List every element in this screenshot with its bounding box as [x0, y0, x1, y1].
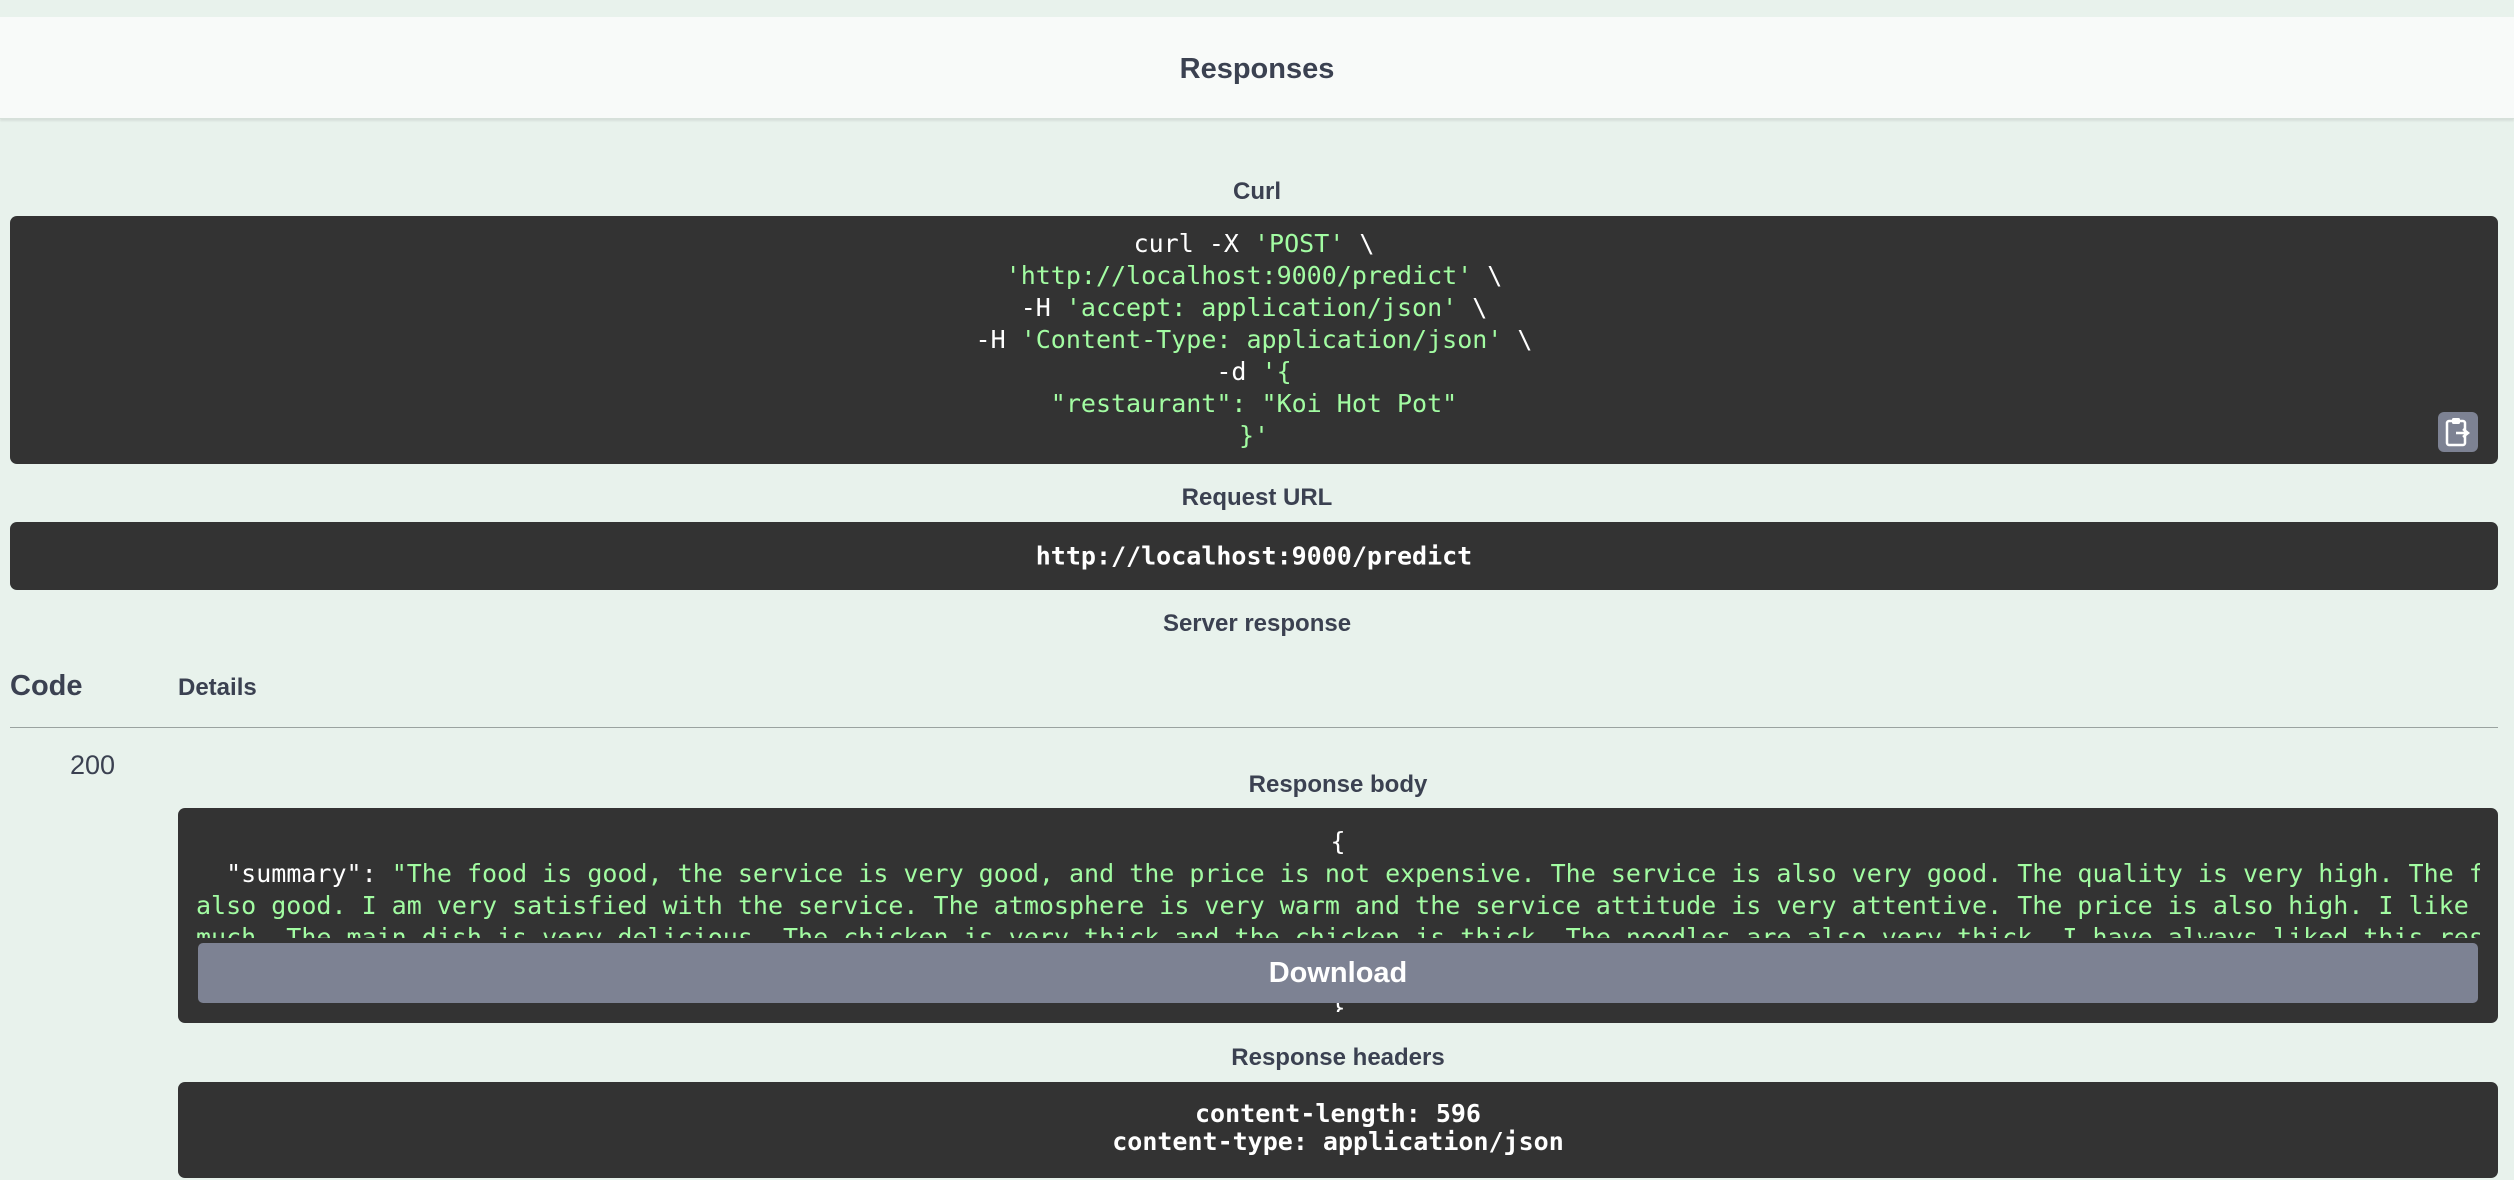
clipboard-copy-icon — [2445, 418, 2471, 447]
response-headers-content: content-length: 596 content-type: applic… — [178, 1100, 2498, 1156]
json-summary-line-2: also good. I am very satisfied with the … — [196, 891, 2480, 920]
details-column-header: Details — [178, 674, 257, 701]
download-button[interactable]: Download — [198, 943, 2478, 1003]
curl-code-block: curl -X 'POST' \ 'http://localhost:9000/… — [10, 216, 2498, 464]
response-body-block: { "summary": "The food is good, the serv… — [178, 808, 2498, 1023]
json-open-brace: { — [1330, 827, 1346, 856]
header-content-length: content-length: 596 — [1195, 1099, 1481, 1128]
response-headers-label: Response headers — [1231, 1044, 1445, 1071]
curl-command: curl -X 'POST' \ 'http://localhost:9000/… — [975, 229, 1533, 450]
curl-label: Curl — [1233, 178, 1281, 205]
request-url-block: http://localhost:9000/predict — [10, 522, 2498, 590]
response-body-content: { "summary": "The food is good, the serv… — [196, 826, 2480, 938]
response-body-label: Response body — [1248, 771, 1428, 798]
table-divider — [10, 727, 2498, 728]
copy-to-clipboard-button[interactable] — [2438, 412, 2478, 452]
status-code: 200 — [70, 750, 116, 780]
json-summary-line-3: much. The main dish is very delicious. T… — [196, 923, 2480, 938]
code-column-header: Code — [10, 670, 83, 702]
json-summary-line-1: "summary": "The food is good, the servic… — [226, 859, 2480, 888]
responses-title: Responses — [1179, 53, 1335, 85]
request-url-label: Request URL — [1181, 484, 1333, 511]
request-url-value: http://localhost:9000/predict — [1035, 541, 1473, 571]
response-headers-block: content-length: 596 content-type: applic… — [178, 1082, 2498, 1178]
responses-header: Responses — [0, 17, 2514, 119]
server-response-label: Server response — [1162, 610, 1352, 637]
header-content-type: content-type: application/json — [1112, 1127, 1564, 1156]
